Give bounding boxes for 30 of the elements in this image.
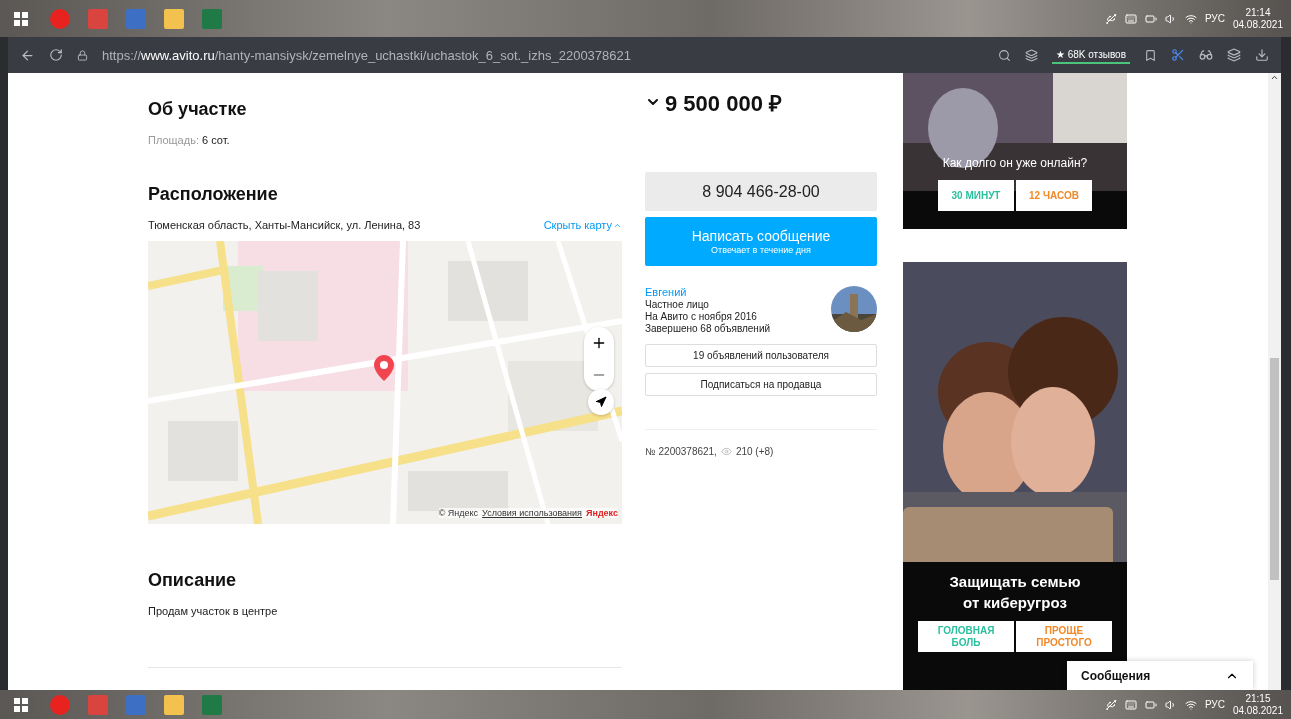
phone-button[interactable]: 8 904 466-28-00 <box>645 172 877 211</box>
clock-date: 04.08.2021 <box>1232 704 1283 717</box>
messages-widget[interactable]: Сообщения <box>1067 661 1253 690</box>
language-indicator[interactable]: РУС <box>1204 699 1225 710</box>
map-attribution: © Яндекс <box>438 508 479 518</box>
clock-time: 21:14 <box>1245 6 1271 19</box>
section-title: Расположение <box>148 184 279 205</box>
description-text: Продам участок в центре <box>148 605 279 617</box>
reviews-button[interactable]: ★ 68K отзывов <box>1051 46 1130 64</box>
seller-button[interactable]: Подписаться на продавца <box>645 373 877 396</box>
hide-map-link[interactable]: Скрыть карту <box>543 219 622 231</box>
clock-date: 04.08.2021 <box>1232 18 1283 31</box>
listing-number: № 2200378621, <box>645 446 717 457</box>
language-indicator[interactable]: РУС <box>1204 13 1225 24</box>
clock-time: 21:15 <box>1245 692 1271 705</box>
map-logo: Яндекс <box>586 508 618 518</box>
address-field[interactable]: https://www.avito.ru/hanty-mansiysk/zemelnye_uchastki/uchastok_6_sot._izhs_2200378621 <box>102 47 631 63</box>
view-count: 210 (+8) <box>735 446 774 457</box>
section-title: Об участке <box>148 99 248 120</box>
price: 9 500 000 ₽ <box>665 90 782 117</box>
address-text: Тюменская область, Ханты-Мансийск, ул. Ленина, 83 <box>148 219 421 231</box>
terms-link[interactable]: Условия использования <box>482 508 582 518</box>
area-text: Площадь: 6 сот. <box>148 134 231 146</box>
seller-name-link[interactable]: Евгений <box>645 286 771 298</box>
seller-since: На Авито с ноября 2016 <box>645 311 757 322</box>
section-title: Описание <box>148 570 238 591</box>
seller-button[interactable]: 19 объявлений пользователя <box>645 344 877 367</box>
seller-type: Частное лицо <box>645 299 710 310</box>
seller-completed: Завершено 68 объявлений <box>645 323 771 334</box>
ad-headline: Защищать семью от киберугроз <box>949 572 1081 613</box>
